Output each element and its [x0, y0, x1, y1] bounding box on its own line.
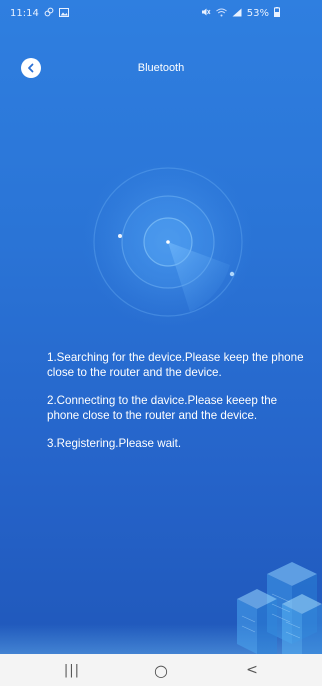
step-registering: 3.Registering.Please wait. [47, 437, 182, 450]
bluetooth-screen: 11:14 53% Bluetooth 1.Searching for the … [0, 0, 322, 686]
wifi-icon [215, 8, 227, 20]
step-connecting: 2.Connecting to the davice.Please keeep … [47, 394, 278, 422]
home-button[interactable]: ○ [141, 660, 181, 680]
isometric-city-illustration [237, 562, 322, 654]
status-time: 11:14 [10, 8, 39, 19]
radar-blip-left [118, 234, 122, 238]
battery-percent: 53% [246, 8, 269, 19]
recents-button[interactable]: ||| [52, 660, 92, 680]
battery-icon [274, 7, 280, 20]
signal-icon [232, 8, 242, 20]
system-nav-bar: ||| ○ < [0, 654, 322, 686]
nav-back-button[interactable]: < [232, 660, 272, 680]
radar-blip-right [229, 271, 235, 277]
header: Bluetooth [0, 52, 322, 84]
link-icon [44, 7, 54, 20]
page-title: Bluetooth [137, 62, 185, 74]
mute-icon [201, 7, 211, 20]
status-right: 53% [201, 7, 280, 20]
step-searching: 1.Searching for the device.Please keep t… [47, 351, 304, 379]
gallery-icon [58, 7, 69, 20]
status-left: 11:14 [10, 7, 69, 20]
progress-steps: 1.Searching for the device.Please keep t… [47, 351, 309, 466]
radar-center-dot [166, 240, 170, 244]
status-bar: 11:14 53% [0, 0, 322, 26]
radar-graphic [82, 160, 254, 328]
